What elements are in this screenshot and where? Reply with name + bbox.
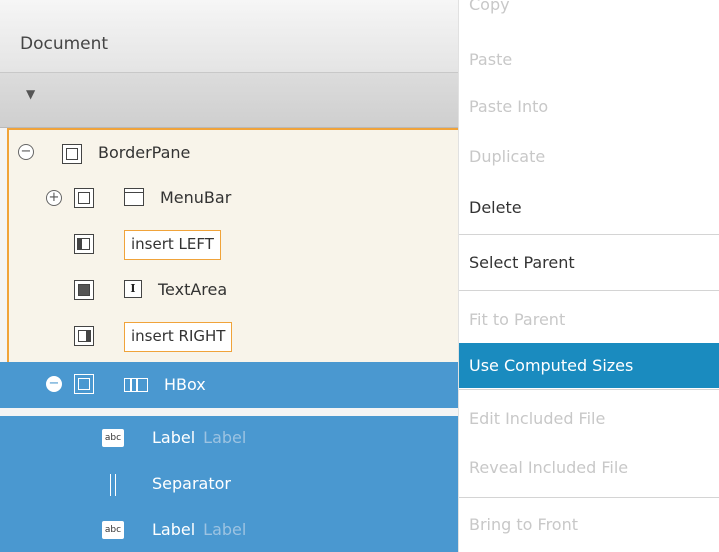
tree-item-label: HBox: [164, 375, 206, 394]
collapse-icon[interactable]: −: [46, 376, 62, 392]
center-region-icon: [74, 280, 94, 300]
panel-menu-dropdown-icon[interactable]: ▼: [26, 87, 35, 101]
menu-item-bring-to-front[interactable]: Bring to Front: [459, 502, 719, 547]
menu-separator: [459, 234, 719, 235]
menu-item-select-parent[interactable]: Select Parent: [459, 240, 719, 285]
tree-row-borderpane[interactable]: − BorderPane: [0, 130, 458, 176]
tree-row-textarea[interactable]: I TextArea: [0, 268, 458, 314]
menu-item-use-computed-sizes[interactable]: Use Computed Sizes: [459, 343, 719, 388]
menu-item-edit-included-file[interactable]: Edit Included File: [459, 396, 719, 441]
insert-right-target[interactable]: insert RIGHT: [124, 322, 233, 352]
tree-item-label: TextArea: [158, 280, 228, 299]
menu-separator: [459, 290, 719, 291]
hierarchy-tree: − BorderPane + MenuBar insert LEFT I Tex…: [0, 128, 458, 552]
label-icon: abc: [102, 521, 124, 539]
label-icon: abc: [102, 429, 124, 447]
menu-separator: [459, 497, 719, 498]
tree-item-label: Label Label: [152, 520, 246, 539]
tree-row-menubar[interactable]: + MenuBar: [0, 176, 458, 222]
tree-row-label[interactable]: abc Label Label: [0, 416, 458, 462]
hbox-icon: [124, 378, 148, 392]
tree-row-insert-right[interactable]: insert RIGHT: [0, 314, 458, 360]
document-panel-title: Document: [20, 34, 109, 54]
left-region-icon: [74, 234, 94, 254]
label-text-ghost: Label: [203, 520, 247, 539]
tree-item-label: Separator: [152, 474, 231, 493]
expand-icon[interactable]: +: [46, 190, 62, 206]
tree-row-hbox[interactable]: − HBox: [0, 362, 458, 408]
tree-item-label: Label Label: [152, 428, 246, 447]
label-name: Label: [152, 520, 196, 539]
document-panel-header: Document: [0, 0, 458, 73]
menu-separator: [459, 389, 719, 390]
menu-item-delete[interactable]: Delete: [459, 185, 719, 230]
collapse-icon[interactable]: −: [18, 144, 34, 160]
tree-item-label: BorderPane: [98, 143, 191, 162]
menu-item-paste[interactable]: Paste: [459, 37, 719, 82]
right-region-icon: [74, 326, 94, 346]
tree-row-label-2[interactable]: abc Label Label: [0, 508, 458, 552]
menu-item-reveal-included-file[interactable]: Reveal Included File: [459, 445, 719, 490]
menu-item-duplicate[interactable]: Duplicate: [459, 134, 719, 179]
menubar-icon: [124, 188, 144, 206]
tree-row-insert-left[interactable]: insert LEFT: [0, 222, 458, 268]
label-name: Label: [152, 428, 196, 447]
document-panel-toolbar: ▼: [0, 73, 458, 128]
textarea-icon: I: [124, 280, 142, 298]
menu-item-copy[interactable]: Copy: [459, 0, 719, 27]
context-menu: Copy Paste Paste Into Duplicate Delete S…: [458, 0, 719, 552]
top-region-icon: [74, 188, 94, 208]
tree-item-label: MenuBar: [160, 188, 232, 207]
tree-row-separator[interactable]: Separator: [0, 462, 458, 508]
document-panel: Document ▼ − BorderPane + MenuBar insert…: [0, 0, 458, 552]
menu-item-fit-to-parent[interactable]: Fit to Parent: [459, 297, 719, 342]
bottom-region-icon: [74, 374, 94, 394]
label-text-ghost: Label: [203, 428, 247, 447]
menu-item-paste-into[interactable]: Paste Into: [459, 84, 719, 129]
separator-icon: [110, 474, 116, 496]
borderpane-icon: [62, 144, 82, 164]
insert-left-target[interactable]: insert LEFT: [124, 230, 221, 260]
